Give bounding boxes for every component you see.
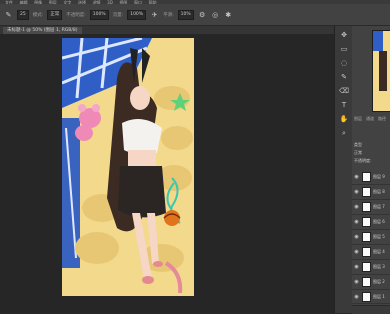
settings-gear-icon[interactable]: ⚙ (198, 10, 207, 19)
layer-name: 图层 9 (373, 174, 385, 179)
eye-icon[interactable]: ◉ (353, 219, 360, 226)
layer-name: 图层 4 (373, 249, 385, 254)
eye-icon[interactable]: ◉ (353, 279, 360, 286)
orange-ball (163, 210, 181, 226)
eye-icon[interactable]: ◉ (353, 264, 360, 271)
tab-paths[interactable]: 路径 (378, 116, 386, 122)
lasso-icon[interactable]: ◌ (339, 58, 349, 68)
layer-kind-filter[interactable]: 类型 (354, 142, 362, 148)
document-tab[interactable]: 未标题-1 @ 50% (图层 1, RGB/8) (3, 27, 82, 34)
blend-mode-select[interactable]: 正常 (354, 150, 362, 156)
eye-icon[interactable]: ◉ (353, 249, 360, 256)
brush-tool-icon[interactable]: ✎ (4, 10, 13, 19)
brush-size-picker[interactable]: 25 (17, 9, 29, 20)
navigator-preview (372, 30, 390, 112)
brush-icon[interactable]: ✎ (339, 72, 349, 82)
toolbar: ✥ ▭ ◌ ✎ ⌫ T ✋ ⌕ (334, 26, 354, 313)
eye-icon[interactable]: ◉ (353, 294, 360, 301)
layer-opacity-label: 不透明度: (354, 158, 372, 163)
layer-thumbnail (362, 277, 371, 287)
layer-row[interactable]: ◉ 图层 2 (352, 275, 390, 290)
layer-thumbnail (362, 187, 371, 197)
opacity-label: 不透明度: (66, 12, 86, 18)
artwork-canvas[interactable] (62, 38, 194, 296)
marquee-icon[interactable]: ▭ (339, 44, 349, 54)
layer-row[interactable]: ◉ 图层 7 (352, 200, 390, 215)
eye-icon[interactable]: ◉ (353, 234, 360, 241)
layer-row[interactable]: ◉ 图层 3 (352, 260, 390, 275)
symmetry-icon[interactable]: ✱ (224, 10, 233, 19)
layer-row[interactable]: ◉ 图层 4 (352, 245, 390, 260)
move-icon[interactable]: ✥ (339, 30, 349, 40)
tab-layers[interactable]: 图层 (354, 116, 362, 122)
layer-name: 图层 2 (373, 279, 385, 284)
layer-row[interactable]: ◉ 图层 8 (352, 185, 390, 200)
mode-label: 模式: (32, 12, 44, 18)
zoom-icon[interactable]: ⌕ (339, 128, 349, 138)
hand-icon[interactable]: ✋ (339, 114, 349, 124)
eraser-icon[interactable]: ⌫ (339, 86, 349, 96)
layer-thumbnail (362, 172, 371, 182)
smoothing-field[interactable]: 10% (177, 9, 194, 20)
layer-thumbnail (362, 292, 371, 302)
panel-tabs: 图层 通道 路径 (354, 116, 390, 122)
flow-field[interactable]: 100% (127, 9, 147, 20)
layer-name: 图层 3 (373, 264, 385, 269)
eye-icon[interactable]: ◉ (353, 204, 360, 211)
layer-name: 图层 5 (373, 234, 385, 239)
text-icon[interactable]: T (339, 100, 349, 110)
tab-channels[interactable]: 通道 (366, 116, 374, 122)
options-bar: ✎ 25 模式: 正常 不透明度: 100% 流量: 100% ✈ 平滑: 10… (0, 4, 390, 26)
layer-row[interactable]: ◉ 图层 9 (352, 170, 390, 185)
layer-thumbnail (362, 232, 371, 242)
flow-label: 流量: (112, 12, 124, 18)
layer-name: 图层 8 (373, 189, 385, 194)
layer-row[interactable]: ◉ 图层 1 (352, 290, 390, 304)
layer-name: 图层 7 (373, 204, 385, 209)
eye-icon[interactable]: ◉ (353, 174, 360, 181)
layer-row[interactable]: ◉ 图层 5 (352, 230, 390, 245)
layer-row[interactable]: ◉ 图层 6 (352, 215, 390, 230)
opacity-field[interactable]: 100% (89, 9, 109, 20)
layer-thumbnail (362, 217, 371, 227)
eye-icon[interactable]: ◉ (353, 189, 360, 196)
layer-thumbnail (362, 202, 371, 212)
layer-name: 图层 1 (373, 294, 385, 299)
smoothing-label: 平滑: (163, 12, 174, 18)
airbrush-icon[interactable]: ✈ (150, 10, 159, 19)
mode-select[interactable]: 正常 (47, 9, 63, 20)
pressure-icon[interactable]: ◎ (211, 10, 220, 19)
layer-thumbnail (362, 247, 371, 257)
layer-name: 图层 6 (373, 219, 385, 224)
layer-thumbnail (362, 262, 371, 272)
